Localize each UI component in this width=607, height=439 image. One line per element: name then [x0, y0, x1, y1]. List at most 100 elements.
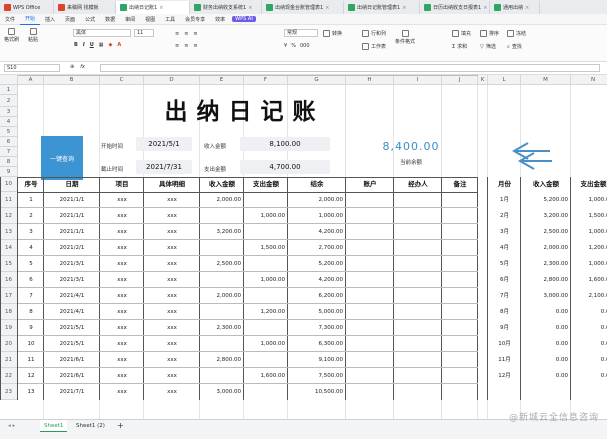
query-button[interactable]: 一键查询: [41, 136, 83, 180]
column-header[interactable]: K: [478, 75, 488, 85]
align-bottom-icon[interactable]: ≡: [193, 31, 197, 37]
menu-item[interactable]: 视图: [140, 14, 160, 25]
paste-button[interactable]: 粘贴: [28, 28, 38, 43]
fill-button[interactable]: 填充: [452, 30, 471, 37]
align-right-icon[interactable]: ≡: [193, 43, 197, 49]
currency-icon[interactable]: ¥: [284, 43, 287, 49]
align-center-icon[interactable]: ≡: [184, 43, 188, 49]
menu-item[interactable]: 会员专享: [180, 14, 210, 25]
fx-icon[interactable]: fx: [80, 64, 85, 70]
bold-button[interactable]: B: [74, 42, 78, 48]
align-top-icon[interactable]: ≡: [175, 31, 179, 37]
window-tab[interactable]: 出纳日记账1 ×: [116, 1, 190, 14]
close-icon[interactable]: ×: [248, 5, 252, 11]
window-tab[interactable]: 通用出纳 ×: [490, 1, 540, 14]
sort-button[interactable]: 排序: [480, 30, 499, 37]
freeze-button[interactable]: 冻结: [507, 30, 526, 37]
row-header[interactable]: 3: [0, 107, 18, 117]
start-time-value[interactable]: 2021/5/1: [136, 137, 192, 151]
column-header[interactable]: I: [394, 75, 442, 85]
menu-item[interactable]: 页面: [60, 14, 80, 25]
column-header[interactable]: M: [521, 75, 571, 85]
row-header[interactable]: 20: [0, 336, 18, 352]
italic-button[interactable]: I: [83, 42, 85, 48]
row-header[interactable]: 19: [0, 320, 18, 336]
row-header[interactable]: 15: [0, 256, 18, 272]
close-icon[interactable]: ×: [483, 5, 487, 11]
row-header[interactable]: 5: [0, 127, 18, 137]
column-header[interactable]: E: [200, 75, 244, 85]
column-header[interactable]: L: [488, 75, 521, 85]
font-name-select[interactable]: 黑体: [73, 29, 131, 37]
font-size-select[interactable]: 11: [134, 29, 154, 37]
align-left-icon[interactable]: ≡: [175, 43, 179, 49]
close-icon[interactable]: ×: [402, 5, 406, 11]
row-header[interactable]: 12: [0, 208, 18, 224]
menu-item[interactable]: 数据: [100, 14, 120, 25]
add-sheet-button[interactable]: +: [113, 420, 128, 432]
percent-icon[interactable]: %: [291, 43, 296, 49]
menu-item[interactable]: 工具: [160, 14, 180, 25]
sum-button[interactable]: Σ 求和: [452, 43, 467, 51]
column-header[interactable]: G: [288, 75, 346, 85]
convert-button[interactable]: 转换: [323, 30, 342, 37]
column-header[interactable]: B: [44, 75, 100, 85]
row-header[interactable]: 4: [0, 117, 18, 127]
align-middle-icon[interactable]: ≡: [184, 31, 188, 37]
row-header[interactable]: 18: [0, 304, 18, 320]
menu-item[interactable]: 审阅: [120, 14, 140, 25]
sheet-tab-1[interactable]: Sheet1: [40, 420, 68, 432]
find-button[interactable]: ⌕ 查找: [507, 43, 522, 51]
row-header[interactable]: 7: [0, 147, 18, 157]
menu-item[interactable]: 文件: [0, 14, 20, 25]
menu-item[interactable]: 开始: [20, 14, 41, 25]
thousands-icon[interactable]: 000: [300, 43, 310, 49]
window-tab[interactable]: 来稿网 找模板: [54, 1, 116, 14]
row-header[interactable]: 17: [0, 288, 18, 304]
border-icon[interactable]: ▦: [99, 42, 104, 48]
prev-sheet-icon[interactable]: ◂ ▸: [4, 420, 19, 432]
format-painter-button[interactable]: 格式刷: [4, 28, 19, 43]
row-header[interactable]: 8: [0, 157, 18, 167]
name-box[interactable]: S10: [4, 64, 60, 72]
row-header[interactable]: 10: [0, 177, 18, 192]
menu-item[interactable]: 效率: [210, 14, 230, 25]
zoom-icon[interactable]: ⊕: [70, 64, 74, 70]
window-tab[interactable]: 财务出纳收支系统1 ×: [190, 1, 262, 14]
column-header[interactable]: N: [571, 75, 607, 85]
number-format-select[interactable]: 常规: [284, 29, 318, 37]
row-header[interactable]: 9: [0, 167, 18, 177]
column-header[interactable]: D: [144, 75, 200, 85]
window-tab[interactable]: WPS Office: [0, 1, 54, 14]
menu-item[interactable]: 插入: [40, 14, 60, 25]
row-header[interactable]: 11: [0, 192, 18, 208]
cond-format-button[interactable]: 条件格式: [395, 30, 415, 45]
row-header[interactable]: 6: [0, 137, 18, 147]
end-time-value[interactable]: 2021/7/31: [136, 160, 192, 174]
window-tab[interactable]: 出纳现金台账管理表1 ×: [262, 1, 344, 14]
column-header[interactable]: H: [346, 75, 394, 85]
wps-ai-button[interactable]: WPS AI: [232, 16, 256, 22]
close-icon[interactable]: ×: [525, 5, 529, 11]
font-color-icon[interactable]: A: [117, 42, 121, 48]
row-header[interactable]: 16: [0, 272, 18, 288]
close-icon[interactable]: ×: [159, 5, 163, 11]
column-header[interactable]: J: [442, 75, 478, 85]
row-header[interactable]: 1: [0, 85, 18, 95]
worksheet-button[interactable]: 工作表: [362, 43, 386, 50]
column-header[interactable]: C: [100, 75, 144, 85]
window-tab[interactable]: 出纳日记账管理表1 ×: [344, 1, 420, 14]
row-header[interactable]: 14: [0, 240, 18, 256]
rows-cols-button[interactable]: 行和列: [362, 30, 386, 37]
sheet-tab-2[interactable]: Sheet1 (2): [72, 420, 109, 432]
formula-input[interactable]: [100, 64, 600, 72]
column-header[interactable]: A: [18, 75, 44, 85]
select-all-corner[interactable]: [0, 75, 18, 85]
underline-button[interactable]: U: [90, 42, 94, 48]
filter-button[interactable]: ▽ 筛选: [480, 43, 496, 51]
row-header[interactable]: 22: [0, 368, 18, 384]
row-header[interactable]: 13: [0, 224, 18, 240]
window-tab[interactable]: 日历出纳收支日报表1 ×: [420, 1, 490, 14]
row-header[interactable]: 2: [0, 95, 18, 107]
row-header[interactable]: 23: [0, 384, 18, 400]
